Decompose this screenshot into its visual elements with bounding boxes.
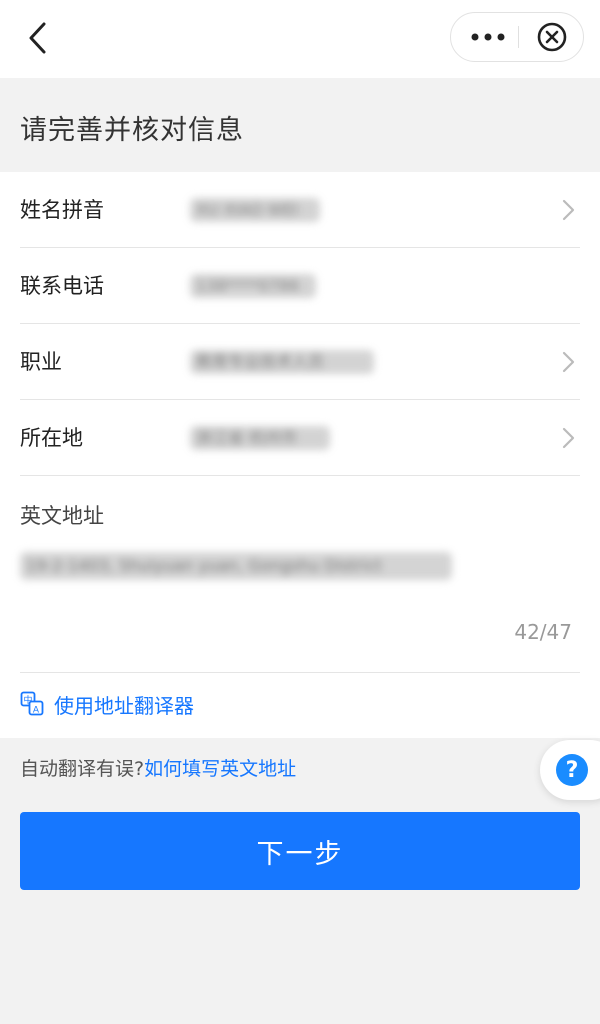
chevron-right-icon <box>562 351 575 373</box>
row-occupation[interactable]: 职业 教育专业技术人员 <box>20 324 580 400</box>
nav-bar <box>0 0 600 78</box>
help-button[interactable]: ? <box>540 740 600 800</box>
location-label: 所在地 <box>20 426 83 450</box>
back-button[interactable] <box>18 18 58 58</box>
chevron-right-icon <box>562 199 575 221</box>
svg-text:A: A <box>33 706 40 716</box>
hint-prefix: 自动翻译有误? <box>20 758 145 780</box>
help-hint: 自动翻译有误?如何填写英文地址 <box>20 754 296 781</box>
more-dots-icon <box>471 33 505 41</box>
translate-icon: 中 A <box>20 691 44 716</box>
occupation-label: 职业 <box>20 350 62 374</box>
address-translator-link[interactable]: 中 A 使用地址翻译器 <box>20 688 194 720</box>
miniapp-capsule <box>450 12 584 62</box>
location-value: 浙江省 杭州市 <box>190 426 330 450</box>
chevron-right-icon <box>562 427 575 449</box>
translator-link-label: 使用地址翻译器 <box>54 693 194 718</box>
occupation-value: 教育专业技术人员 <box>190 350 374 374</box>
row-location[interactable]: 所在地 浙江省 杭州市 <box>20 400 580 476</box>
close-button[interactable] <box>527 13 577 61</box>
phone-label: 联系电话 <box>20 274 104 298</box>
page-title: 请完善并核对信息 <box>20 115 244 146</box>
row-name-pinyin[interactable]: 姓名拼音 XU XIAO WEI <box>20 172 580 248</box>
row-phone[interactable]: 联系电话 138****0786 <box>20 248 580 324</box>
char-counter: 42/47 <box>514 620 572 644</box>
info-form: 姓名拼音 XU XIAO WEI 联系电话 138****0786 职业 教育专… <box>0 172 600 738</box>
divider <box>20 672 580 673</box>
more-button[interactable] <box>459 13 517 61</box>
phone-value: 138****0786 <box>190 274 316 298</box>
next-step-button[interactable]: 下一步 <box>20 812 580 890</box>
name-pinyin-label: 姓名拼音 <box>20 198 104 222</box>
name-pinyin-value: XU XIAO WEI <box>190 198 320 222</box>
question-icon: ? <box>556 754 588 786</box>
english-address-help-link[interactable]: 如何填写英文地址 <box>144 758 296 780</box>
english-address-label: 英文地址 <box>20 504 104 528</box>
chevron-left-icon <box>29 22 46 54</box>
close-circle-icon <box>537 22 567 52</box>
capsule-divider <box>518 26 519 48</box>
english-address-input[interactable]: 19-2-1403, Shuiyuan yuan, Gongshu Distri… <box>20 552 452 580</box>
